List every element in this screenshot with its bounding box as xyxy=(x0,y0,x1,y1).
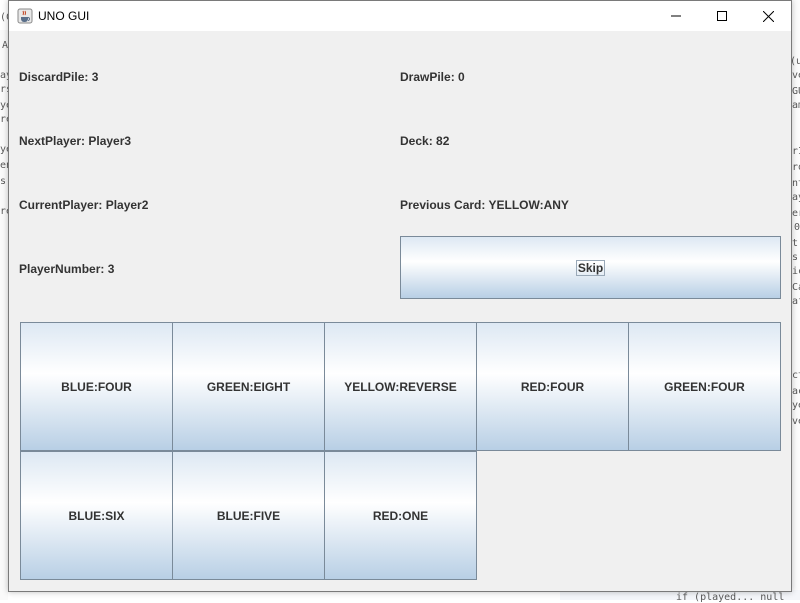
draw-pile-label: DrawPile: 0 xyxy=(400,70,465,84)
skip-button[interactable]: Skip xyxy=(400,236,781,299)
card-button-yellow-reverse[interactable]: YELLOW:REVERSE xyxy=(324,322,477,451)
bg-code-left-8: s xyxy=(0,176,7,187)
bg-code-right-13: Ca xyxy=(792,282,800,293)
bg-code-right-2: GU xyxy=(792,86,800,97)
bg-code-right-14: af xyxy=(792,296,800,307)
bg-code-right-17: ye xyxy=(792,400,800,411)
bg-code-right-12: ic xyxy=(792,266,800,277)
bg-code-right-10: t xyxy=(792,238,799,249)
skip-button-label: Skip xyxy=(575,259,606,276)
bg-code-right-5: ro xyxy=(792,162,800,173)
card-button-blue-five[interactable]: BLUE:FIVE xyxy=(172,451,325,580)
next-player-label: NextPlayer: Player3 xyxy=(19,134,132,148)
bg-code-bottom: if (played... null xyxy=(676,592,785,603)
maximize-icon xyxy=(717,11,727,21)
card-button-blue-six[interactable]: BLUE:SIX xyxy=(20,451,173,580)
bg-code-right-15: ct xyxy=(792,370,800,381)
bg-code-right-6: nt xyxy=(792,178,800,189)
card-button-blue-four[interactable]: BLUE:FOUR xyxy=(20,322,173,451)
minimize-button[interactable] xyxy=(653,1,699,31)
bg-code-right-8: er xyxy=(792,208,800,219)
bg-code-right-18: ve xyxy=(792,416,800,427)
player-number-label: PlayerNumber: 3 xyxy=(19,262,115,276)
bg-code-right-9: 0 xyxy=(794,222,800,233)
bg-code-right-7: ay xyxy=(792,192,800,203)
card-button-green-four[interactable]: GREEN:FOUR xyxy=(628,322,781,451)
card-button-red-one[interactable]: RED:ONE xyxy=(324,451,477,580)
bg-code-right-16: ac xyxy=(792,386,800,397)
current-player-label: CurrentPlayer: Player2 xyxy=(19,198,149,212)
bg-code-right-1: ve xyxy=(792,70,800,81)
uno-window: UNO GUI DiscardPile: 3 DrawPile: 0 NextP… xyxy=(8,0,792,592)
maximize-button[interactable] xyxy=(699,1,745,31)
previous-card-label: Previous Card: YELLOW:ANY xyxy=(400,198,569,212)
card-button-green-eight[interactable]: GREEN:EIGHT xyxy=(172,322,325,451)
game-panel: DiscardPile: 3 DrawPile: 0 NextPlayer: P… xyxy=(9,31,791,591)
java-coffee-icon xyxy=(17,8,33,24)
deck-label: Deck: 82 xyxy=(400,134,450,148)
minimize-icon xyxy=(671,15,681,17)
bg-code-right-11: s[ xyxy=(792,252,800,263)
close-button[interactable] xyxy=(745,1,791,31)
title-bar[interactable]: UNO GUI xyxy=(9,1,791,31)
close-icon xyxy=(762,10,774,22)
bg-code-right-4: rI xyxy=(792,146,800,157)
window-title: UNO GUI xyxy=(38,9,90,23)
card-button-red-four[interactable]: RED:FOUR xyxy=(476,322,629,451)
discard-pile-label: DiscardPile: 3 xyxy=(19,70,99,84)
bg-code-right-3: am xyxy=(792,100,800,111)
